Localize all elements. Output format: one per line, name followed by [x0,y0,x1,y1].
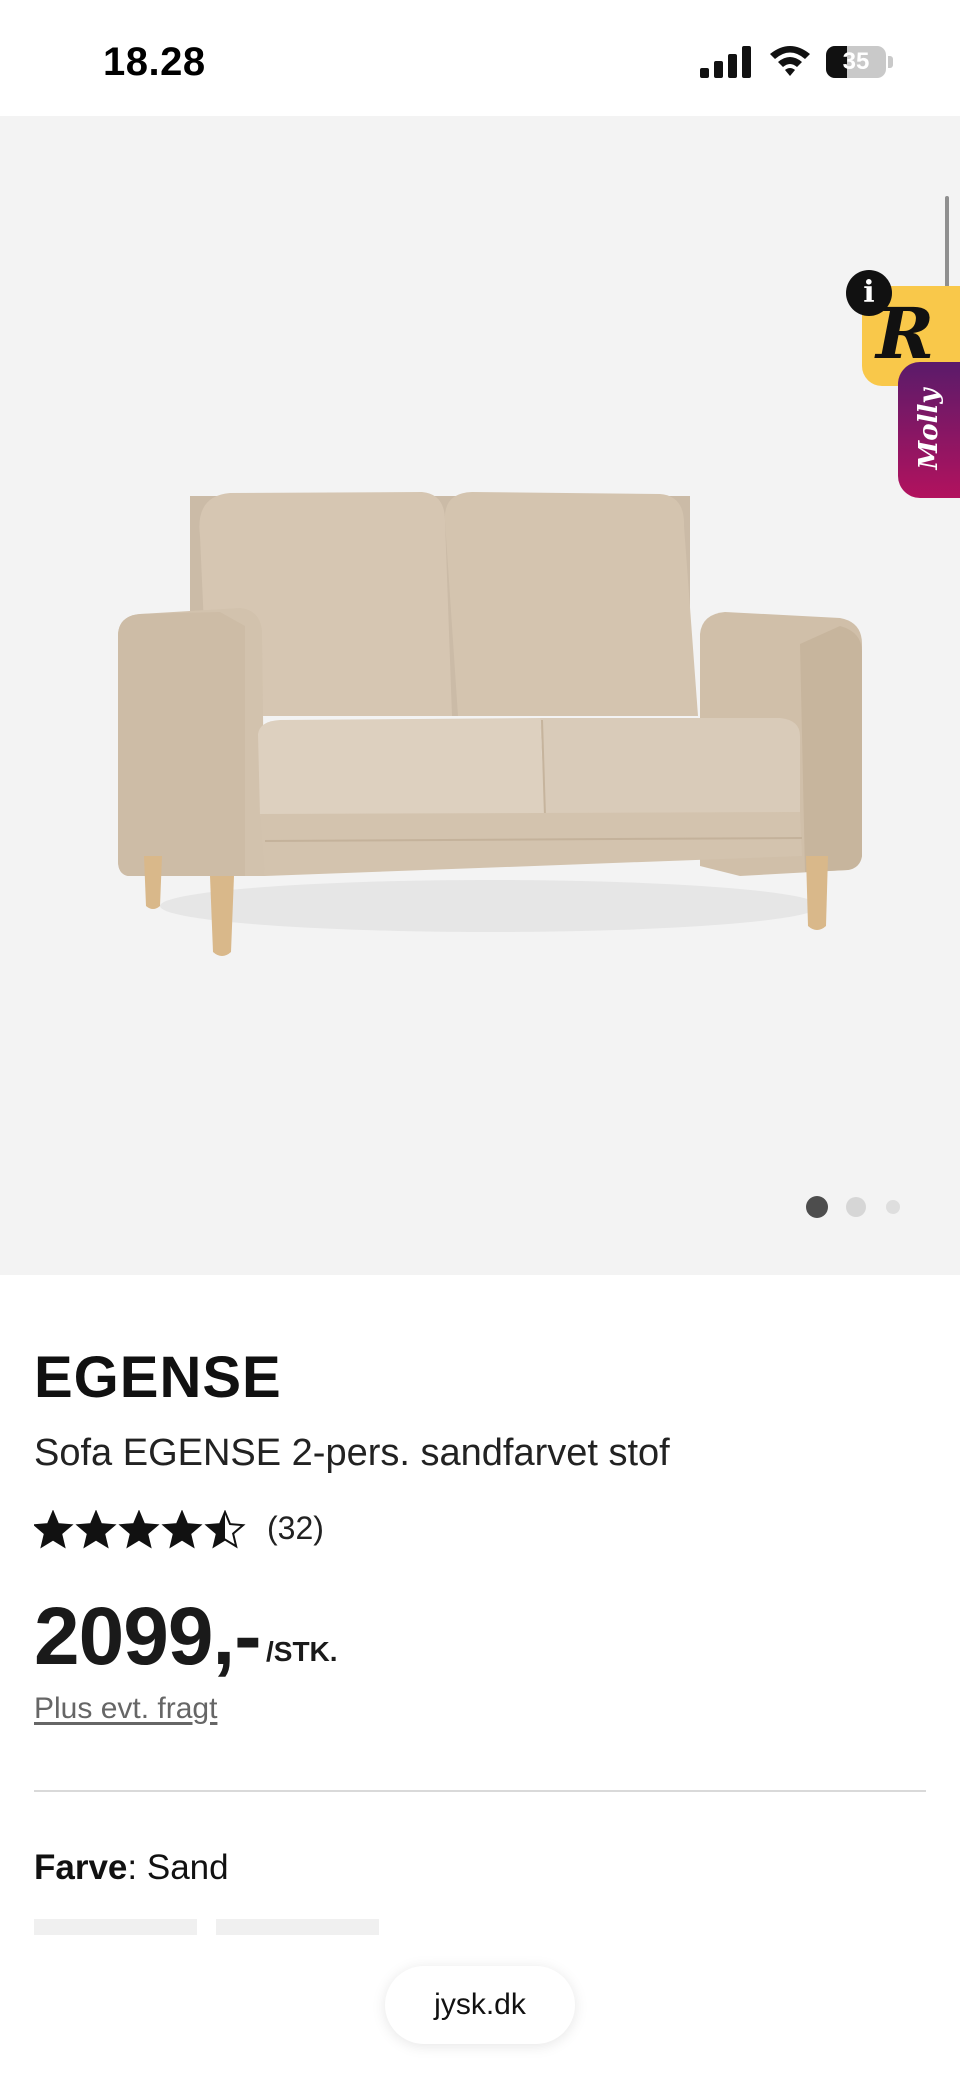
battery-percent: 35 [842,48,870,75]
star-filled-icon [120,1512,158,1547]
wifi-icon [770,46,810,76]
star-filled-icon [163,1512,201,1547]
review-count[interactable]: (32) [267,1510,324,1547]
color-separator: : [127,1848,147,1887]
molly-label: Molly [914,388,944,470]
browser-url-bar[interactable]: jysk.dk [385,1966,575,2044]
rating-stars[interactable] [34,1510,249,1552]
product-price: 2099,- [34,1591,262,1682]
product-image-gallery[interactable] [0,116,960,1275]
battery-icon: 35 [826,46,894,78]
status-bar: 18.28 35 [0,0,960,116]
sofa-product-image[interactable] [100,386,880,986]
star-filled-icon [77,1512,115,1547]
status-time: 18.28 [103,40,206,84]
color-swatch-option[interactable] [216,1919,379,1935]
gallery-dot[interactable] [886,1200,900,1214]
info-icon[interactable]: i [846,270,892,316]
cellular-signal-icon [700,46,751,78]
molly-chat-widget[interactable]: Molly [898,362,960,498]
star-filled-icon [34,1512,72,1547]
price-row: 2099,- /STK. [34,1590,338,1684]
color-label: Farve [34,1848,128,1887]
price-unit: /STK. [266,1636,338,1667]
product-title: Sofa EGENSE 2-pers. sandfarvet stof [34,1432,670,1474]
gallery-dot-active[interactable] [806,1196,828,1218]
color-swatch-option[interactable] [34,1919,197,1935]
divider [34,1790,926,1792]
gallery-dot[interactable] [846,1197,866,1217]
color-value: Sand [146,1848,229,1887]
product-brand: EGENSE [34,1345,282,1410]
shipping-info-link[interactable]: Plus evt. fragt [34,1692,217,1726]
color-selection: Farve: Sand [34,1848,229,1888]
